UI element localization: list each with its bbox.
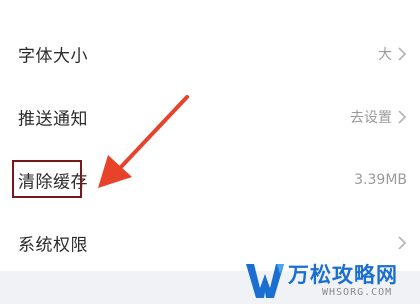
settings-row-push-notifications[interactable]: 推送通知 去设置 [0,86,420,148]
push-notifications-value: 去设置 [350,110,392,126]
watermark-url: WHSORG.COM [322,287,393,298]
font-size-label: 字体大小 [18,46,88,67]
system-permissions-label: 系统权限 [18,235,88,256]
watermark: 万松攻略网 WHSORG.COM [244,256,420,304]
chevron-right-icon [398,47,407,61]
push-notifications-label: 推送通知 [18,109,88,130]
w-logo-icon [246,264,284,298]
settings-row-font-size[interactable]: 字体大小 大 [0,23,420,85]
chevron-right-icon [398,236,407,250]
clear-cache-highlight-box [12,160,82,198]
cache-size-value: 3.39MB [354,172,407,188]
watermark-title: 万松攻略网 [288,263,398,287]
font-size-value: 大 [378,47,392,63]
chevron-right-icon [398,110,407,124]
